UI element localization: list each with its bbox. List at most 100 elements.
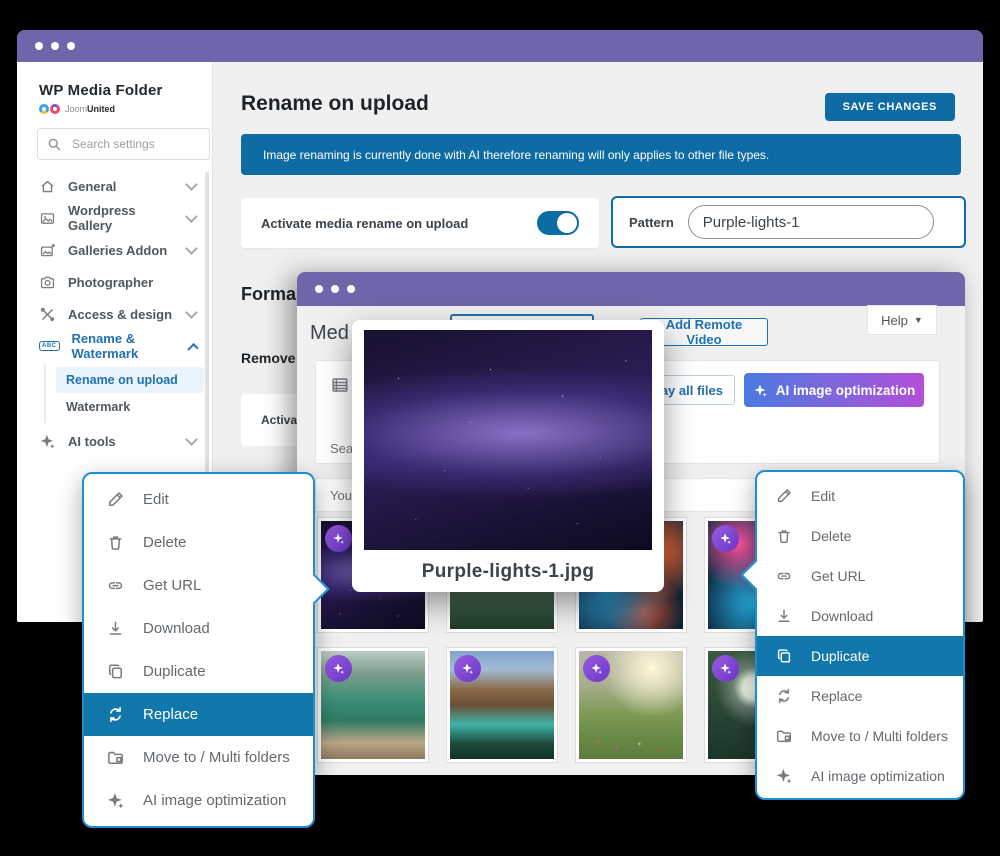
sparkle-icon xyxy=(39,433,56,450)
camera-icon xyxy=(39,274,56,291)
sidebar-item-galleries-addon[interactable]: Galleries Addon xyxy=(17,234,212,266)
settings-search-input[interactable] xyxy=(70,136,184,152)
activate-rename-label: Activate media rename on upload xyxy=(261,216,468,231)
screenshot-canvas: WP Media Folder JoomUnited General Wordp… xyxy=(0,0,1000,856)
menu-item-replace[interactable]: Replace xyxy=(757,676,963,716)
sidebar-subitem-rename-on-upload[interactable]: Rename on upload xyxy=(56,367,204,393)
settings-search[interactable] xyxy=(37,128,210,160)
menu-item-get-url[interactable]: Get URL xyxy=(84,564,313,607)
sparkle-icon xyxy=(106,791,125,810)
window-dot xyxy=(35,42,43,50)
page-title: Rename on upload xyxy=(241,92,429,116)
sidebar-item-label: General xyxy=(68,179,116,194)
chevron-down-icon xyxy=(185,433,198,446)
sidebar-item-ai-tools[interactable]: AI tools xyxy=(17,425,212,457)
home-icon xyxy=(39,178,56,195)
link-icon xyxy=(775,567,793,585)
trash-icon xyxy=(106,533,125,552)
menu-item-replace[interactable]: Replace xyxy=(84,693,313,736)
ai-badge-icon xyxy=(712,655,739,682)
tools-icon xyxy=(39,306,56,323)
sidebar-item-wordpress-gallery[interactable]: Wordpress Gallery xyxy=(17,202,212,234)
menu-item-download[interactable]: Download xyxy=(84,607,313,650)
list-view-icon[interactable] xyxy=(330,375,350,395)
menu-item-download[interactable]: Download xyxy=(757,596,963,636)
format-heading: Forma xyxy=(241,284,296,305)
sparkle-icon xyxy=(775,767,793,785)
sidebar-item-photographer[interactable]: Photographer xyxy=(17,266,212,298)
window-dot xyxy=(67,42,75,50)
menu-item-duplicate[interactable]: Duplicate xyxy=(84,650,313,693)
context-menu-right: Edit Delete Get URL Download Duplicate R… xyxy=(755,470,965,800)
sidebar-item-general[interactable]: General xyxy=(17,170,212,202)
preview-filename: Purple-lights-1.jpg xyxy=(352,561,664,583)
sidebar-item-label: Rename & Watermark xyxy=(72,331,177,361)
sidebar-item-access-design[interactable]: Access & design xyxy=(17,298,212,330)
help-dropdown[interactable]: Help ▼ xyxy=(867,305,937,335)
thumbnail-rocky-mountain-lake[interactable] xyxy=(447,648,557,762)
pencil-icon xyxy=(106,490,125,509)
sparkle-icon xyxy=(753,383,768,398)
menu-item-delete[interactable]: Delete xyxy=(757,516,963,556)
pattern-input[interactable] xyxy=(688,205,934,239)
pattern-label: Pattern xyxy=(629,215,674,230)
ai-badge-icon xyxy=(454,655,481,682)
activate-rename-toggle[interactable] xyxy=(537,211,579,235)
window-dot xyxy=(347,285,355,293)
replace-icon xyxy=(106,705,125,724)
thumbnail-flower-meadow[interactable] xyxy=(576,648,686,762)
joomunited-logo-icon xyxy=(39,104,49,114)
sidebar-item-label: Photographer xyxy=(68,275,153,290)
menu-item-delete[interactable]: Delete xyxy=(84,521,313,564)
sidebar-scrollbar[interactable] xyxy=(205,172,209,472)
folder-move-icon xyxy=(106,748,125,767)
sidebar-item-label: Wordpress Gallery xyxy=(68,203,175,233)
window-dot xyxy=(331,285,339,293)
brand-logo: JoomUnited xyxy=(39,104,115,114)
activate-rename-card: Activate media rename on upload xyxy=(241,198,599,248)
preview-image-purple-galaxy xyxy=(364,330,652,550)
window-dot xyxy=(315,285,323,293)
pattern-field-group: Pattern xyxy=(611,196,966,248)
thumbnail-mountain-lake[interactable] xyxy=(318,648,428,762)
menu-item-ai-optimization[interactable]: AI image optimization xyxy=(84,779,313,822)
context-menu-left: Edit Delete Get URL Download Duplicate R… xyxy=(82,472,315,828)
caret-down-icon: ▼ xyxy=(914,315,923,325)
download-icon xyxy=(106,619,125,638)
media-page-title: Med xyxy=(310,322,349,345)
menu-item-edit[interactable]: Edit xyxy=(84,478,313,521)
menu-item-edit[interactable]: Edit xyxy=(757,476,963,516)
sidebar-item-label: AI tools xyxy=(68,434,116,449)
save-changes-button[interactable]: SAVE CHANGES xyxy=(825,93,955,121)
chevron-up-icon xyxy=(186,342,198,354)
link-icon xyxy=(106,576,125,595)
sidebar-subitem-watermark[interactable]: Watermark xyxy=(56,394,204,420)
menu-item-duplicate[interactable]: Duplicate xyxy=(757,636,963,676)
remove-heading: Remove xyxy=(241,350,295,366)
chevron-down-icon xyxy=(186,210,198,222)
toggle-knob xyxy=(557,213,577,233)
search-icon xyxy=(46,136,63,153)
menu-item-get-url[interactable]: Get URL xyxy=(757,556,963,596)
menu-item-ai-optimization[interactable]: AI image optimization xyxy=(757,756,963,796)
brand-subtitle: JoomUnited xyxy=(65,104,115,114)
trash-icon xyxy=(775,527,793,545)
ai-image-optimization-button[interactable]: AI image optimization xyxy=(744,373,924,407)
gallery-icon xyxy=(39,210,56,227)
folder-move-icon xyxy=(775,727,793,745)
gallery-plus-icon xyxy=(39,242,56,259)
ai-badge-icon xyxy=(583,655,610,682)
abc-icon: ABC xyxy=(39,341,60,351)
menu-item-move-to[interactable]: Move to / Multi folders xyxy=(757,716,963,756)
menu-item-move-to[interactable]: Move to / Multi folders xyxy=(84,736,313,779)
settings-window-titlebar xyxy=(17,30,983,62)
info-banner: Image renaming is currently done with AI… xyxy=(241,134,961,175)
help-label: Help xyxy=(881,313,908,328)
brand-title: WP Media Folder xyxy=(39,82,163,99)
joomunited-logo-icon xyxy=(50,104,60,114)
ai-badge-icon xyxy=(325,655,352,682)
image-preview-popup: Purple-lights-1.jpg xyxy=(352,320,664,592)
sidebar-item-label: Galleries Addon xyxy=(68,243,167,258)
replace-icon xyxy=(775,687,793,705)
sidebar-item-rename-watermark[interactable]: ABC Rename & Watermark xyxy=(17,330,212,362)
